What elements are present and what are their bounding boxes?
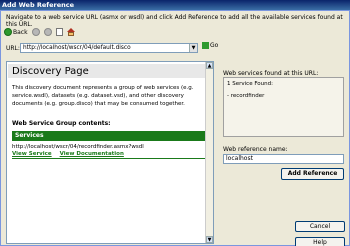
- reference-name-label: Web reference name:: [223, 146, 288, 153]
- url-row: URL: http://localhost/wscr/04/default.di…: [6, 43, 198, 53]
- services-found-label: Web services found at this URL:: [223, 70, 319, 77]
- view-documentation-link[interactable]: View Documentation: [60, 151, 124, 157]
- reference-name-input[interactable]: localhost: [223, 154, 344, 164]
- group-title: Web Service Group contents:: [12, 120, 111, 127]
- page-title: Discovery Page: [12, 66, 89, 77]
- cancel-button[interactable]: Cancel: [295, 221, 345, 232]
- stop-icon[interactable]: [43, 28, 52, 36]
- back-button[interactable]: Back: [4, 27, 28, 37]
- discovery-description: This discovery document represents a gro…: [12, 85, 194, 107]
- service-links: View Service View Documentation: [12, 151, 124, 157]
- refresh-icon[interactable]: [55, 28, 63, 36]
- forward-icon[interactable]: [31, 28, 40, 36]
- url-input[interactable]: http://localhost/wscr/04/default.disco ▼: [20, 43, 198, 53]
- toolbar: Back: [4, 26, 75, 38]
- divider: [12, 158, 207, 159]
- services-found-title: 1 Service Found:: [227, 81, 273, 87]
- title-bar: Add Web Reference: [0, 0, 350, 10]
- go-arrow-icon: [202, 42, 209, 49]
- go-label: Go: [210, 42, 219, 49]
- help-button[interactable]: Help: [295, 237, 345, 246]
- back-label: Back: [13, 28, 28, 36]
- home-icon[interactable]: [66, 27, 75, 37]
- url-label: URL:: [6, 44, 20, 52]
- chevron-down-icon[interactable]: ▼: [189, 44, 197, 52]
- url-value: http://localhost/wscr/04/default.disco: [23, 45, 131, 51]
- scroll-up-icon[interactable]: ▲: [206, 62, 213, 69]
- browser-pane[interactable]: Discovery Page This discovery document r…: [6, 61, 214, 244]
- scroll-down-icon[interactable]: ▼: [206, 236, 213, 243]
- vertical-scrollbar[interactable]: ▲ ▼: [205, 62, 213, 243]
- service-url: http://localhost/wscr/04/recordfinder.as…: [12, 144, 144, 150]
- back-arrow-icon: [4, 28, 12, 36]
- service-item: - recordfinder: [227, 93, 265, 99]
- dialog-window: Navigate to a web service URL (asmx or w…: [0, 10, 350, 246]
- services-found-box: 1 Service Found: - recordfinder: [223, 77, 344, 137]
- add-reference-button[interactable]: Add Reference: [281, 168, 344, 180]
- go-button[interactable]: Go: [202, 42, 218, 49]
- view-service-link[interactable]: View Service: [12, 151, 52, 157]
- services-header: Services: [12, 131, 207, 141]
